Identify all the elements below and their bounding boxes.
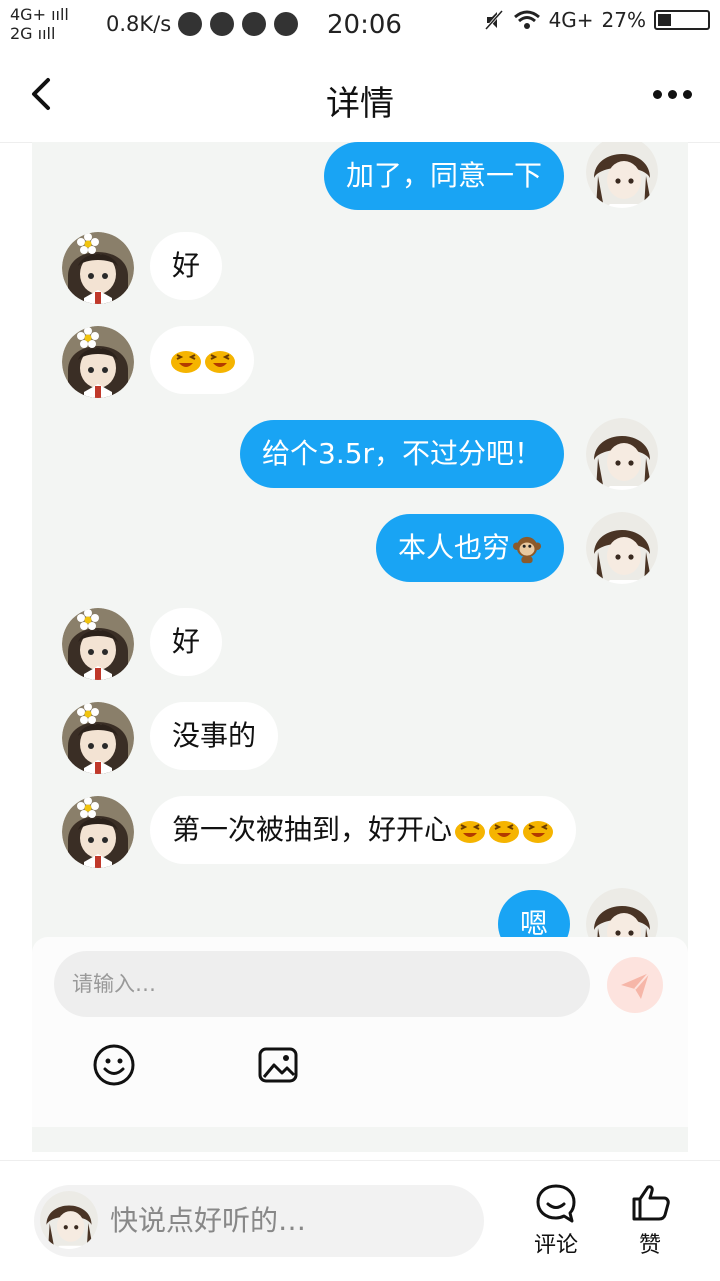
thumbs-up-icon (632, 1185, 670, 1221)
message-bubble-received: 没事的 (150, 702, 279, 770)
message-text: 给个3.5r，不过分吧！ (262, 437, 543, 470)
play-circle-icon (178, 12, 202, 36)
avatar-self (586, 142, 658, 208)
more-dots-icon (652, 89, 662, 99)
avatar-other (62, 796, 134, 868)
battery-icon (654, 10, 710, 30)
comment-input[interactable]: 快说点好听的… (34, 1185, 484, 1257)
message-text: 第一次被抽到，好开心 (172, 813, 453, 846)
smiley-icon (93, 1044, 135, 1086)
paint-icon (210, 12, 234, 36)
laugh-emoji (170, 348, 202, 374)
comment-label: 评论 (533, 1233, 578, 1258)
avatar-self (586, 418, 658, 490)
like-button[interactable]: 赞 (610, 1181, 690, 1259)
chat-screenshot: 加了，同意一下 好 给个3.5r，不过分吧！ 本人也穷 好 没事的 第一次被抽到… (32, 142, 688, 1152)
message-bubble-sent: 给个3.5r，不过分吧！ (240, 420, 565, 488)
status-bar: 4G+ ııll 2G ııll 0.8K/s 20:06 4G+ 27% (0, 0, 720, 50)
chat-input-panel: 请输入… (32, 937, 688, 1127)
message-text: 没事的 (172, 719, 257, 752)
network-speed: 0.8K/s (106, 12, 172, 36)
laugh-emoji (522, 818, 554, 844)
network-type: 4G+ (548, 8, 594, 32)
network-top: 4G+ ııll (10, 5, 69, 24)
message-text: 加了，同意一下 (346, 159, 543, 192)
network-bottom: 2G ııll (10, 24, 56, 43)
wifi-icon (513, 10, 540, 29)
message-bubble-received: 好 (150, 232, 223, 300)
send-button (607, 957, 663, 1013)
signal-indicator: 4G+ ııll 2G ııll (10, 5, 69, 43)
more-dot (667, 89, 677, 99)
monkey-emoji (512, 534, 542, 564)
avatar-other (62, 326, 134, 398)
more-dot (682, 89, 692, 99)
battery-percent: 27% (601, 8, 646, 32)
wechat-icon (242, 12, 266, 36)
message-bubble-received: 第一次被抽到，好开心 (150, 796, 577, 864)
avatar-other (62, 232, 134, 304)
message-input: 请输入… (54, 951, 590, 1017)
avatar-self (586, 512, 658, 584)
laugh-emoji (204, 348, 236, 374)
comment-icon (536, 1184, 576, 1223)
message-bubble-received (150, 326, 254, 394)
message-text: 好 (172, 249, 201, 282)
battery-fill (658, 14, 671, 26)
avatar-other (62, 608, 134, 680)
laugh-emoji (488, 818, 520, 844)
avatar (40, 1191, 98, 1249)
more-button[interactable] (644, 72, 700, 116)
status-right: 4G+ 27% (483, 8, 710, 32)
page-title: 详情 (326, 84, 394, 124)
message-text: 好 (172, 625, 201, 658)
bottom-bar: 快说点好听的… 评论 赞 (0, 1160, 720, 1281)
message-icon (274, 12, 298, 36)
mute-icon (484, 10, 503, 30)
paper-plane-icon (621, 972, 650, 999)
message-bubble-received: 好 (150, 608, 223, 676)
laugh-emoji (454, 818, 486, 844)
comment-button[interactable]: 评论 (516, 1181, 596, 1259)
comment-placeholder: 快说点好听的… (110, 1204, 307, 1237)
nav-bar: 详情 (0, 50, 720, 143)
message-text: 本人也穷 (398, 531, 511, 564)
message-bubble-sent: 本人也穷 (376, 514, 565, 582)
like-label: 赞 (638, 1233, 661, 1258)
message-bubble-sent: 加了，同意一下 (324, 142, 565, 210)
notification-icons (178, 12, 298, 36)
clock: 20:06 (327, 10, 402, 40)
avatar-other (62, 702, 134, 774)
message-text: 嗯 (520, 907, 549, 940)
image-icon (258, 1047, 298, 1083)
